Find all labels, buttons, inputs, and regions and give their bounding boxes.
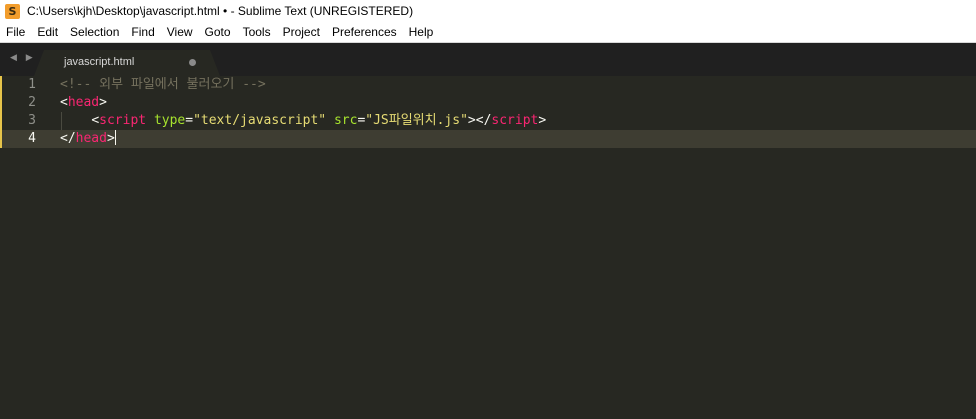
menu-goto[interactable]: Goto [199, 22, 237, 42]
menu-file[interactable]: File [0, 22, 31, 42]
menu-project[interactable]: Project [277, 22, 326, 42]
line-number-gutter: 1 2 3 4 [0, 76, 48, 419]
unsaved-dot-icon[interactable] [189, 59, 196, 66]
attribute-name: type [153, 113, 186, 128]
current-line-highlight [0, 130, 976, 148]
tab-label: javascript.html [64, 56, 135, 68]
menu-find[interactable]: Find [125, 22, 160, 42]
tab-bar: ◀ ▶ javascript.html [0, 43, 976, 76]
tag-bracket: ></ [467, 113, 492, 128]
menu-preferences[interactable]: Preferences [326, 22, 403, 42]
html-comment: <!-- 외부 파일에서 불러오기 --> [60, 77, 266, 92]
attribute-value: "text/javascript" [193, 113, 327, 128]
tab-javascript-html[interactable]: javascript.html [34, 50, 220, 76]
code-editor[interactable]: 1 2 3 4 <!-- 외부 파일에서 불러오기 --> <head> <sc… [0, 76, 976, 419]
equals-sign: = [185, 113, 194, 128]
tab-nav-arrows-icon[interactable]: ◀ ▶ [10, 53, 36, 63]
code-line: <!-- 외부 파일에서 불러오기 --> [60, 76, 266, 94]
tag-bracket: < [91, 113, 100, 128]
menu-view[interactable]: View [161, 22, 199, 42]
menu-help[interactable]: Help [403, 22, 440, 42]
line-number: 4 [28, 131, 36, 146]
sublime-app-icon: S [5, 3, 20, 19]
line-number: 2 [28, 95, 36, 110]
tag-bracket: < [60, 95, 68, 110]
text-cursor [114, 130, 116, 145]
tag-name: head [75, 131, 107, 146]
code-line: <script type="text/javascript" src="JS파일… [60, 112, 546, 130]
tag-name: script [491, 113, 539, 128]
line-number: 1 [28, 77, 36, 92]
tag-name: script [99, 113, 147, 128]
code-line: <head> [60, 94, 107, 112]
tag-bracket: > [106, 131, 115, 146]
attribute-value: "JS파일위치.js" [365, 113, 468, 128]
menu-selection[interactable]: Selection [64, 22, 125, 42]
tag-bracket: </ [60, 131, 76, 146]
tag-bracket: > [99, 95, 107, 110]
window-title: C:\Users\kjh\Desktop\javascript.html • -… [27, 4, 414, 18]
menu-tools[interactable]: Tools [237, 22, 277, 42]
attribute-name: src [333, 113, 358, 128]
code-line: </head> [60, 130, 116, 148]
tag-bracket: > [538, 113, 547, 128]
menu-bar: File Edit Selection Find View Goto Tools… [0, 22, 976, 43]
menu-edit[interactable]: Edit [31, 22, 64, 42]
line-number: 3 [28, 113, 36, 128]
tag-name: head [67, 95, 100, 110]
title-bar: S C:\Users\kjh\Desktop\javascript.html •… [0, 0, 976, 22]
